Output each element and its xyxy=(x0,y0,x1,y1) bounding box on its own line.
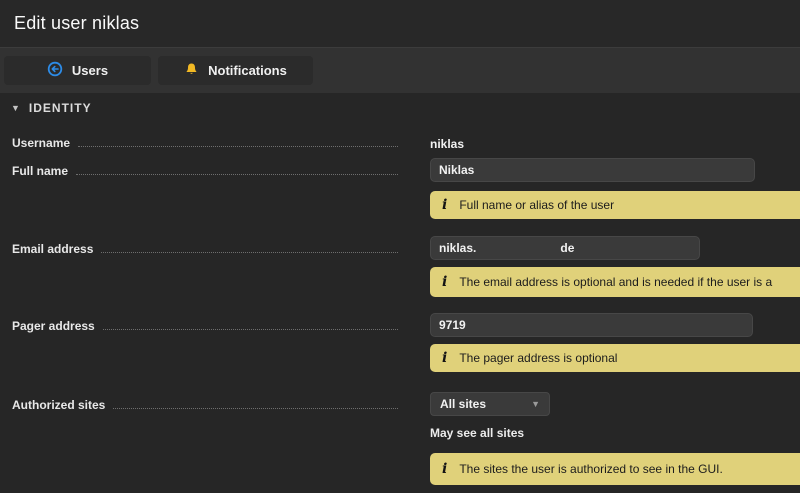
full-name-value-cell xyxy=(430,158,755,182)
edit-user-page: Edit user niklas Users Notifications xyxy=(0,0,800,493)
dotted-leader xyxy=(76,163,398,175)
authorized-sites-dropdown[interactable]: All sites ▼ xyxy=(430,392,550,416)
email-domain-part: de xyxy=(560,241,574,255)
username-row: Username niklas xyxy=(0,135,800,155)
email-value-cell: niklas. de xyxy=(430,236,700,260)
identity-section-header[interactable]: ▼ IDENTITY xyxy=(0,93,800,123)
form-content: ▼ IDENTITY Username niklas Full name i xyxy=(0,93,800,485)
pager-label: Pager address xyxy=(12,319,95,333)
pager-row: Pager address xyxy=(0,313,800,337)
authorized-sites-row: Authorized sites All sites ▼ xyxy=(0,392,800,416)
users-button[interactable]: Users xyxy=(4,56,151,85)
info-icon: i xyxy=(442,350,447,366)
email-hint-text: The email address is optional and is nee… xyxy=(459,275,772,289)
dotted-leader xyxy=(113,397,398,409)
authorized-sites-hint: i The sites the user is authorized to se… xyxy=(430,453,800,485)
dotted-leader xyxy=(103,318,398,330)
authorized-sites-value-cell: All sites ▼ xyxy=(430,392,550,416)
email-hint: i The email address is optional and is n… xyxy=(430,267,800,297)
identity-section-title: IDENTITY xyxy=(29,101,92,115)
info-icon: i xyxy=(442,461,447,477)
username-label: Username xyxy=(12,136,70,150)
email-row: Email address niklas. de xyxy=(0,236,800,260)
page-title: Edit user niklas xyxy=(14,13,139,34)
full-name-input[interactable] xyxy=(430,158,755,182)
pager-input[interactable] xyxy=(430,313,753,337)
email-local-part: niklas. xyxy=(439,241,476,255)
username-value: niklas xyxy=(430,137,464,151)
info-icon: i xyxy=(442,274,447,290)
title-bar: Edit user niklas xyxy=(0,0,800,47)
bell-icon xyxy=(184,62,199,80)
full-name-label-cell: Full name xyxy=(0,158,400,178)
authorized-sites-label-cell: Authorized sites xyxy=(0,392,400,412)
username-label-cell: Username xyxy=(0,135,400,150)
dotted-leader xyxy=(78,135,398,147)
dotted-leader xyxy=(101,241,398,253)
pager-hint: i The pager address is optional xyxy=(430,344,800,372)
authorized-sites-selected: All sites xyxy=(440,397,486,411)
collapse-triangle-icon[interactable]: ▼ xyxy=(11,104,20,113)
full-name-hint: i Full name or alias of the user xyxy=(430,191,800,219)
chevron-down-icon: ▼ xyxy=(531,399,540,409)
email-label: Email address xyxy=(12,242,93,256)
full-name-label: Full name xyxy=(12,164,68,178)
full-name-hint-text: Full name or alias of the user xyxy=(459,198,614,212)
authorized-sites-hint-text: The sites the user is authorized to see … xyxy=(459,462,722,476)
back-circle-icon xyxy=(47,61,63,80)
email-input[interactable]: niklas. de xyxy=(430,236,700,260)
authorized-sites-status: May see all sites xyxy=(430,426,800,440)
users-button-label: Users xyxy=(72,63,108,78)
username-value-cell: niklas xyxy=(430,135,464,153)
full-name-row: Full name xyxy=(0,158,800,182)
pager-hint-text: The pager address is optional xyxy=(459,351,617,365)
notifications-button[interactable]: Notifications xyxy=(158,56,313,85)
info-icon: i xyxy=(442,197,447,213)
pager-label-cell: Pager address xyxy=(0,313,400,333)
toolbar: Users Notifications xyxy=(0,47,800,93)
pager-value-cell xyxy=(430,313,753,337)
authorized-sites-label: Authorized sites xyxy=(12,398,105,412)
email-label-cell: Email address xyxy=(0,236,400,256)
notifications-button-label: Notifications xyxy=(208,63,287,78)
